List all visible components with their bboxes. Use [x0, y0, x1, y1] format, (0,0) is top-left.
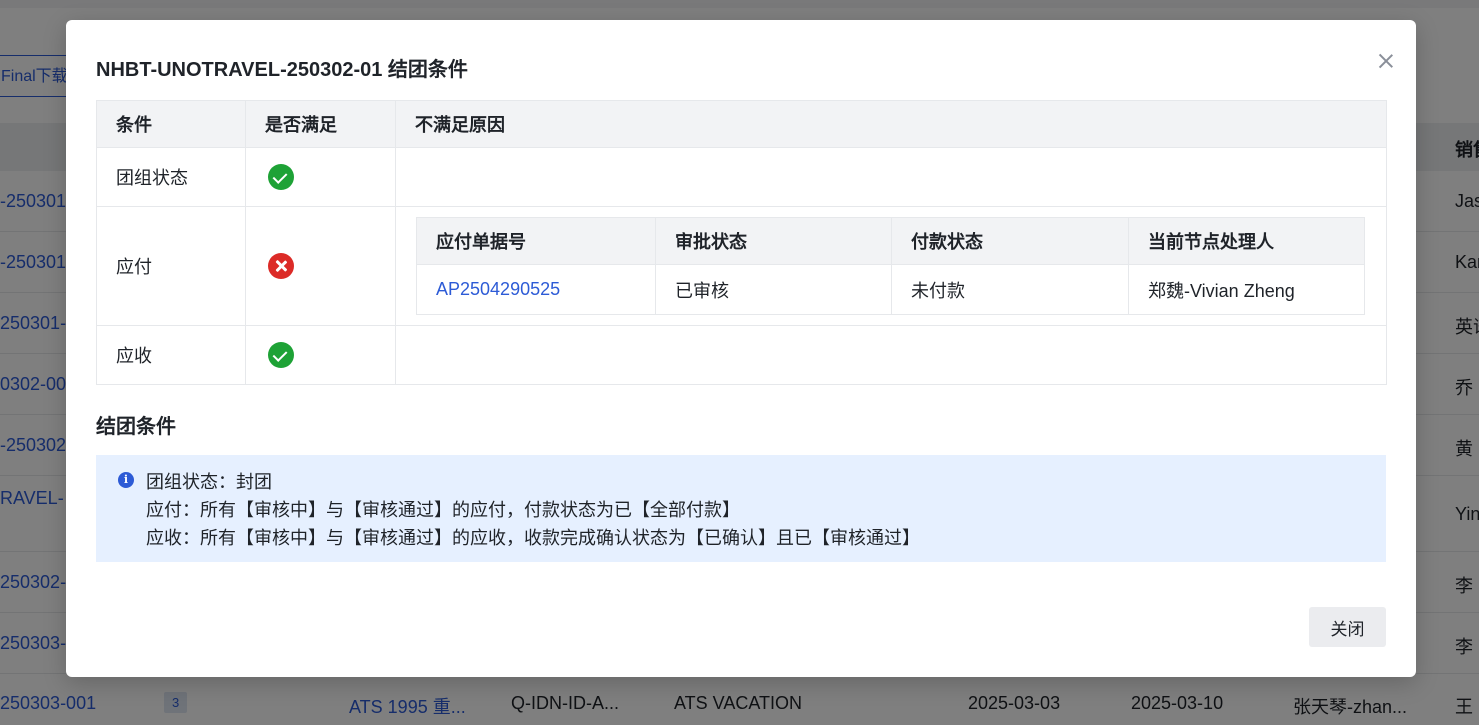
- column-approval: 审批状态: [655, 217, 892, 265]
- close-icon[interactable]: [1376, 51, 1396, 71]
- check-circle-icon: [268, 342, 294, 368]
- approval-status: 已审核: [655, 264, 892, 315]
- satisfied-cell: [245, 147, 396, 207]
- conditions-header-row: 条件 是否满足 不满足原因: [96, 100, 1387, 148]
- table-row: 团组状态: [96, 147, 1387, 207]
- column-doc-no: 应付单据号: [416, 217, 656, 265]
- close-button[interactable]: 关闭: [1309, 607, 1386, 647]
- table-row: AP2504290525 已审核 未付款 郑魏-Vivian Zheng: [416, 264, 1365, 315]
- info-icon: i: [118, 472, 134, 488]
- table-row: 应收: [96, 325, 1387, 385]
- info-line: 应付：所有【审核中】与【审核通过】的应付，付款状态为已【全部付款】: [146, 500, 740, 520]
- condition-name: 应收: [96, 325, 246, 385]
- satisfied-cell: [245, 325, 396, 385]
- error-circle-icon: [268, 253, 294, 279]
- info-line: 应收：所有【审核中】与【审核通过】的应收，收款完成确认状态为【已确认】且已【审核…: [146, 528, 920, 548]
- payable-doc-link[interactable]: AP2504290525: [436, 279, 560, 299]
- column-reason: 不满足原因: [395, 100, 1387, 148]
- reason-cell: [395, 147, 1387, 207]
- column-payment: 付款状态: [891, 217, 1129, 265]
- payment-status: 未付款: [891, 264, 1129, 315]
- dialog-title: NHBT-UNOTRAVEL-250302-01 结团条件: [96, 59, 468, 81]
- info-line: 团组状态：封团: [146, 472, 272, 492]
- column-satisfied: 是否满足: [245, 100, 396, 148]
- table-row: 应付 应付单据号 审批状态 付款状态 当前节点处理人 AP2504290525 …: [96, 206, 1387, 326]
- reason-cell: 应付单据号 审批状态 付款状态 当前节点处理人 AP2504290525 已审核…: [395, 206, 1387, 326]
- close-conditions-dialog: NHBT-UNOTRAVEL-250302-01 结团条件 条件 是否满足 不满…: [66, 20, 1416, 677]
- payable-header-row: 应付单据号 审批状态 付款状态 当前节点处理人: [416, 217, 1365, 265]
- handler-name: 郑魏-Vivian Zheng: [1128, 264, 1365, 315]
- condition-name: 应付: [96, 206, 246, 326]
- satisfied-cell: [245, 206, 396, 326]
- check-circle-icon: [268, 164, 294, 190]
- section-title: 结团条件: [96, 416, 176, 438]
- column-handler: 当前节点处理人: [1128, 217, 1365, 265]
- condition-name: 团组状态: [96, 147, 246, 207]
- conditions-table: 条件 是否满足 不满足原因 团组状态 应付 应付单据号 审批状态 付款状态 当前…: [96, 100, 1387, 385]
- column-condition: 条件: [96, 100, 246, 148]
- reason-cell: [395, 325, 1387, 385]
- payable-table: 应付单据号 审批状态 付款状态 当前节点处理人 AP2504290525 已审核…: [416, 217, 1365, 315]
- info-alert: i 团组状态：封团 应付：所有【审核中】与【审核通过】的应付，付款状态为已【全部…: [96, 455, 1386, 562]
